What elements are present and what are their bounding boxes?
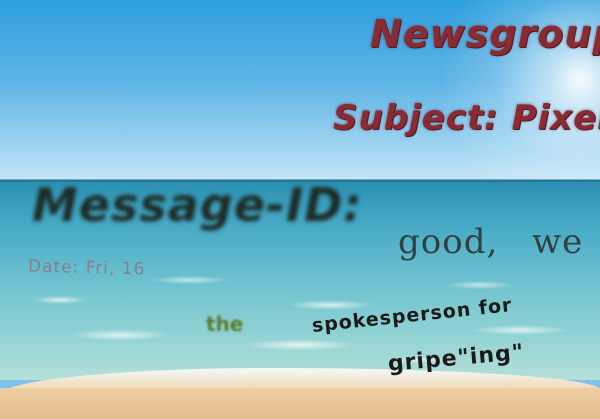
sand-background <box>0 388 600 419</box>
date-text: Date: Fri, 16 <box>27 256 146 280</box>
good-we-text: good, we <box>398 222 584 262</box>
the-text: the <box>206 312 244 336</box>
subject-text: Subject: Pixel <box>333 98 600 138</box>
beach-scene: Newsgroups: Subject: Pixel Message-ID: g… <box>0 0 600 419</box>
message-id-text: Message-ID: <box>32 178 363 232</box>
newsgroups-text: Newsgroups: <box>370 12 600 56</box>
